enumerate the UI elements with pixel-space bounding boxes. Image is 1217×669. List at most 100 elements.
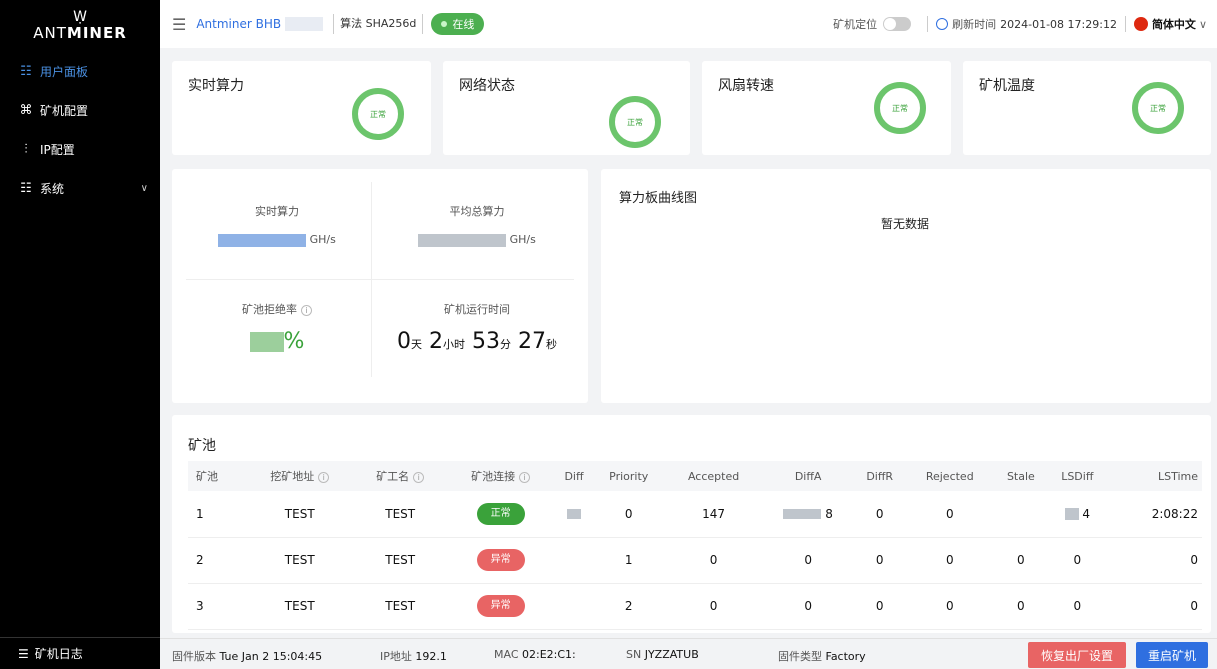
locate-toggle[interactable]: [883, 17, 912, 31]
config-icon: ⌘: [19, 103, 33, 118]
redacted-value: [418, 233, 507, 247]
pool-worker: TEST: [355, 491, 446, 538]
status-card-title: 风扇转速: [718, 78, 774, 94]
status-card-title: 矿机温度: [979, 78, 1035, 94]
table-row: 1 TEST TEST 正常 0 147 8 0 0 4 2:08:22: [188, 491, 1202, 538]
runtime-hours: 2: [429, 329, 443, 354]
runtime-value: 0天 2小时 53分 27秒: [372, 329, 582, 354]
runtime-hours-unit: 小时: [443, 338, 465, 351]
chevron-down-icon: ∨: [140, 183, 148, 194]
reject-rate-label: 矿池拒绝率: [242, 303, 297, 316]
panel-divider: [186, 279, 574, 280]
col-header: LSDiff: [1047, 461, 1108, 491]
antminer-logo: Ẉ ANTMINER: [0, 0, 160, 52]
algorithm-label: 算法 SHA256d: [333, 14, 424, 34]
col-header-label: 矿池连接: [471, 470, 516, 483]
sidebar-item-miner-config[interactable]: ⌘ 矿机配置: [0, 91, 160, 130]
online-status-badge: 在线: [431, 13, 485, 35]
table-header-row: 矿池 挖矿地址 i 矿工名 i 矿池连接 i Diff Priority Accept…: [188, 461, 1202, 491]
firmware-version-label: 固件版本: [172, 650, 216, 663]
sidebar-item-ip-config[interactable]: ⫶ IP配置: [0, 130, 160, 169]
realtime-hashrate-unit: GH/s: [309, 233, 336, 246]
pool-panel: 矿池 矿池 挖矿地址 i 矿工名 i 矿池连接 i Diff Priority Acc…: [172, 415, 1211, 633]
pool-lstime: 0: [1107, 583, 1202, 630]
pool-accepted: 0: [665, 537, 762, 584]
pool-rejected: 0: [904, 583, 995, 630]
col-header: 挖矿地址 i: [244, 461, 356, 491]
firmware-version-value: Tue Jan 2 15:04:45: [219, 650, 323, 663]
pool-diffa: 0: [761, 537, 855, 584]
log-icon: ☰: [18, 646, 29, 661]
pool-priority: 2: [591, 583, 666, 630]
pool-reject-rate: 矿池拒绝率 i %: [192, 301, 362, 354]
sidebar-item-label: 系统: [40, 182, 65, 196]
sidebar-item-system[interactable]: ☷ 系统 ∨: [0, 169, 160, 208]
pool-index: 1: [188, 491, 245, 538]
mac-address-value: 02:E2:C1:: [522, 648, 576, 661]
pool-connection-badge: 正常: [476, 502, 525, 525]
table-row: 3 TEST TEST 异常 2 0 0 0 0 0 0 0: [188, 583, 1202, 630]
average-hashrate: 平均总算力 GH/s: [382, 203, 572, 247]
pool-title: 矿池: [188, 438, 216, 454]
clock-icon: [936, 18, 949, 30]
pool-stale: 0: [994, 583, 1048, 630]
status-ring: 正常: [1132, 82, 1184, 134]
serial-number: SN JYZZATUB: [626, 648, 699, 661]
reboot-button[interactable]: 重启矿机: [1136, 642, 1208, 668]
info-icon[interactable]: i: [318, 472, 330, 483]
pool-lsdiff: 4: [1082, 506, 1091, 521]
curve-title: 算力板曲线图: [619, 191, 698, 206]
runtime-days-unit: 天: [411, 338, 422, 351]
pool-index: 2: [188, 537, 245, 584]
col-header: Priority: [591, 461, 666, 491]
redacted-device-suffix: [285, 17, 324, 31]
pool-worker: TEST: [355, 583, 446, 630]
status-card-title: 实时算力: [188, 78, 244, 94]
info-icon[interactable]: i: [413, 472, 425, 483]
menu-toggle-icon[interactable]: ☰: [172, 15, 186, 34]
hashrate-panel: 实时算力 GH/s 平均总算力 GH/s 矿池拒绝率 i % 矿机运行时间 0天 …: [172, 169, 588, 403]
device-name: Antminer BHB: [196, 17, 282, 31]
sidebar-item-dashboard[interactable]: ☷ 用户面板: [0, 52, 160, 91]
ip-address-value: 192.1: [415, 650, 447, 663]
table-row: 2 TEST TEST 异常 1 0 0 0 0 0 0 0: [188, 537, 1202, 584]
pool-address: TEST: [244, 537, 356, 584]
online-dot-icon: [441, 21, 448, 27]
runtime-minutes-unit: 分: [500, 338, 511, 351]
ip-address: IP地址 192.1: [380, 648, 447, 664]
col-header: Diff: [556, 461, 592, 491]
pool-lstime: 2:08:22: [1107, 491, 1202, 538]
average-hashrate-label: 平均总算力: [449, 205, 505, 218]
mac-address: MAC 02:E2:C1:: [494, 648, 576, 661]
language-selector[interactable]: 简体中文: [1152, 16, 1196, 32]
firmware-version: 固件版本 Tue Jan 2 15:04:45: [172, 648, 322, 664]
pool-stale: 0: [994, 537, 1048, 584]
status-card-network: 网络状态 正常: [443, 61, 690, 155]
header-divider: [927, 16, 929, 32]
pool-diffr: 0: [854, 491, 905, 538]
col-header: Accepted: [665, 461, 762, 491]
runtime-minutes: 53: [472, 329, 500, 354]
brand-name-light: ANT: [33, 24, 67, 42]
pool-diffr: 0: [854, 583, 905, 630]
hashboard-curve-panel: 算力板曲线图 暂无数据: [601, 169, 1211, 403]
col-header-label: 矿工名: [376, 470, 410, 483]
info-icon[interactable]: i: [301, 305, 312, 316]
factory-reset-button[interactable]: 恢复出厂设置: [1028, 642, 1126, 668]
col-header: Rejected: [904, 461, 995, 491]
refresh-time: 2024-01-08 17:29:12: [1000, 17, 1117, 31]
pool-table: 矿池 挖矿地址 i 矿工名 i 矿池连接 i Diff Priority Accept…: [188, 461, 1202, 630]
redacted-value: [249, 332, 284, 352]
pool-rejected: 0: [904, 537, 995, 584]
pool-lsdiff: 0: [1047, 583, 1108, 630]
sidebar-item-miner-log[interactable]: ☰ 矿机日志: [0, 637, 160, 669]
redacted-value: [567, 509, 581, 520]
pool-diffa: 0: [761, 583, 855, 630]
pool-connection-badge: 异常: [476, 595, 525, 617]
info-icon[interactable]: i: [519, 472, 531, 483]
pool-priority: 1: [591, 537, 666, 584]
refresh-label: 刷新时间: [952, 18, 997, 31]
pool-index: 3: [188, 583, 245, 630]
redacted-value: [783, 509, 822, 520]
header-divider: [1124, 16, 1126, 32]
